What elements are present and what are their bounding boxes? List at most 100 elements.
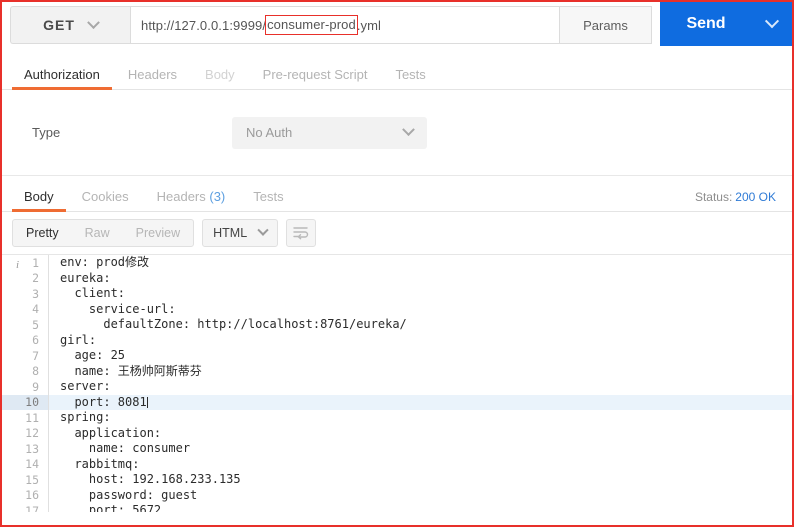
code-line: 11 spring: [2,410,792,426]
send-group: Send [660,2,792,46]
tab-label: Body [24,189,54,204]
tab-label: Headers [127,67,178,82]
authorization-panel: Type No Auth [2,90,792,176]
response-tab-body[interactable]: Body [10,189,68,212]
tab-label: Body [205,67,235,82]
line-text: port: 5672 [48,503,792,512]
tab-body[interactable]: Body [191,68,249,89]
code-line: 7 age: 25 [2,348,792,364]
line-text: client: [48,286,792,302]
line-number: 17 [25,503,39,512]
code-line: 8 name: 王杨帅阿斯蒂芬 [2,363,792,379]
url-prefix-text: http://127.0.0.1:9999/ [141,17,267,33]
request-tabs: Authorization Headers Body Pre-request S… [2,56,792,90]
line-number: 2 [32,271,39,286]
response-toolbar: Pretty Raw Preview HTML [2,212,792,254]
line-text: spring: [48,410,792,426]
code-line: 9 server: [2,379,792,395]
line-text: girl: [48,332,792,348]
line-text: port: 8081 [48,394,792,410]
view-mode-preview[interactable]: Preview [123,220,193,246]
line-number: 15 [25,472,39,487]
code-line: 17 port: 5672 [2,503,792,512]
tab-label: Tests [253,189,284,204]
response-tab-tests[interactable]: Tests [239,190,297,211]
code-line: 12 application: [2,425,792,441]
line-number: 10 [2,394,48,410]
code-line: 2 eureka: [2,270,792,286]
auth-type-label: Type [32,125,61,140]
line-number: 13 [25,441,39,456]
format-value: HTML [213,226,248,240]
tab-pre-request-script[interactable]: Pre-request Script [249,68,382,89]
line-text: service-url: [48,301,792,317]
chevron-down-icon [257,224,269,236]
http-method-select[interactable]: GET [10,6,130,44]
word-wrap-button[interactable] [286,219,317,247]
line-number: 9 [32,379,39,394]
url-suffix-text: .yml [356,17,382,33]
response-body-code[interactable]: i 1 env: prod修改 2 eureka: 3 client: 4 serv… [2,254,792,512]
postman-window: GET http://127.0.0.1:9999/consumer-prod.… [0,0,794,527]
word-wrap-icon [293,227,309,240]
url-input[interactable]: http://127.0.0.1:9999/consumer-prod .yml [130,6,560,44]
code-line: 4 service-url: [2,301,792,317]
line-text: password: guest [48,487,792,503]
chevron-down-icon [87,15,100,29]
tab-authorization[interactable]: Authorization [10,68,114,90]
auth-type-select[interactable]: No Auth [232,116,427,149]
info-italic-icon: i [16,259,20,271]
line-number: 7 [32,348,39,363]
line-text: server: [48,379,792,395]
line-number: 12 [25,426,39,441]
code-line: 13 name: consumer [2,441,792,457]
line-text: application: [48,425,792,441]
line-number: 3 [32,286,39,301]
code-lines: 1 env: prod修改 2 eureka: 3 client: 4 servic… [2,255,792,512]
code-line: 5 defaultZone: http://localhost:8761/eur… [2,317,792,333]
status-value: 200 OK [735,190,776,204]
view-mode-raw[interactable]: Raw [72,220,123,246]
format-select[interactable]: HTML [202,219,279,247]
chevron-down-icon [402,123,415,137]
code-line: 6 girl: [2,332,792,348]
line-text: name: consumer [48,441,792,457]
code-line: 16 password: guest [2,487,792,503]
status-label: Status: [694,190,733,204]
line-number: 5 [32,317,39,332]
tab-headers[interactable]: Headers [114,68,191,89]
http-method-label: GET [43,17,75,33]
tab-tests[interactable]: Tests [381,68,439,89]
code-line: 14 rabbitmq: [2,456,792,472]
line-number: 4 [32,302,39,317]
line-number: 11 [25,410,39,425]
response-tab-cookies[interactable]: Cookies [68,190,143,211]
text-cursor [146,396,148,408]
code-line: 3 client: [2,286,792,302]
send-button[interactable]: Send [660,2,752,46]
headers-count-badge: (3) [209,189,226,204]
line-number: 1 [32,255,39,270]
code-line-active: 10 port: 8081 [2,394,792,410]
chevron-down-icon [764,14,780,29]
view-mode-pretty[interactable]: Pretty [13,220,72,246]
line-text: defaultZone: http://localhost:8761/eurek… [48,317,792,333]
tab-label: Pre-request Script [262,67,368,82]
params-button[interactable]: Params [560,6,652,44]
code-line: 15 host: 192.168.233.135 [2,472,792,488]
line-text: eureka: [48,270,792,286]
request-bar: GET http://127.0.0.1:9999/consumer-prod.… [2,2,792,46]
tab-label: Headers [156,189,206,204]
response-tab-headers[interactable]: Headers (3) [143,190,240,211]
auth-type-value: No Auth [246,125,293,140]
line-number: 6 [32,333,39,348]
line-number: 8 [32,364,39,379]
status-badge: Status: 200 OK [695,191,776,203]
line-text: age: 25 [48,348,792,364]
tab-label: Tests [395,67,426,82]
line-text: host: 192.168.233.135 [48,472,792,488]
send-options-button[interactable] [752,2,792,46]
code-line: 1 env: prod修改 [2,255,792,271]
line-number: 16 [25,488,39,503]
line-text: name: 王杨帅阿斯蒂芬 [48,363,792,379]
